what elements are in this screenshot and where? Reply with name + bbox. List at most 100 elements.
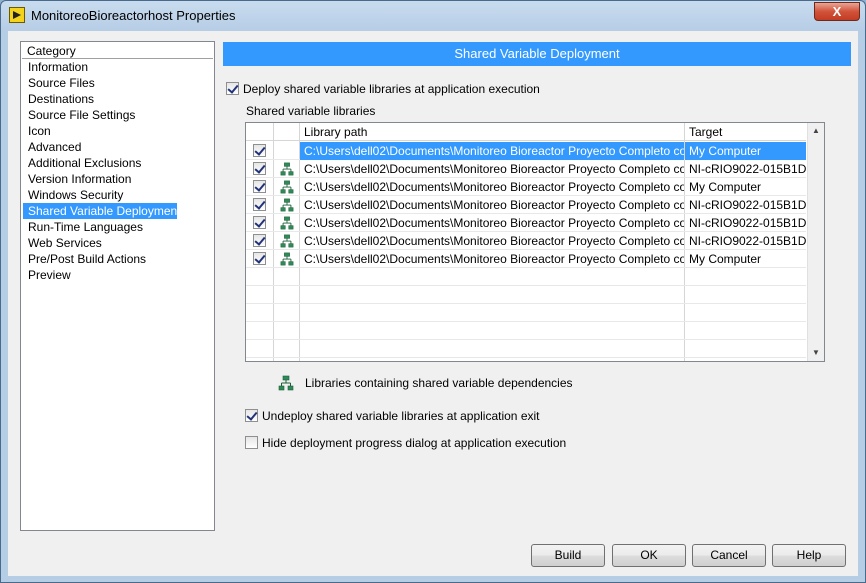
target-cell: NI-cRIO9022-015B1D7F xyxy=(689,234,806,248)
labview-app-icon xyxy=(9,7,25,23)
category-header: Category xyxy=(22,43,213,59)
dependency-tree-icon xyxy=(280,234,294,248)
row-divider xyxy=(246,285,806,286)
category-list[interactable]: Category Information Source Files Destinat… xyxy=(20,41,215,531)
row-checkbox-cell xyxy=(246,160,273,178)
category-item[interactable]: Destinations xyxy=(23,91,177,107)
deploy-on-execution-option[interactable]: Deploy shared variable libraries at appl… xyxy=(226,82,540,98)
target-cell: My Computer xyxy=(685,142,806,160)
build-button[interactable]: Build xyxy=(531,544,605,567)
hide-progress-label: Hide deployment progress dialog at appli… xyxy=(262,436,567,450)
library-path-cell: C:\Users\dell02\Documents\Monitoreo Bior… xyxy=(304,216,684,230)
dependency-tree-icon xyxy=(278,375,294,391)
dependency-tree-icon xyxy=(280,216,294,230)
library-path-cell: C:\Users\dell02\Documents\Monitoreo Bior… xyxy=(304,198,684,212)
library-path-cell: C:\Users\dell02\Documents\Monitoreo Bior… xyxy=(304,180,684,194)
row-icon-cell xyxy=(274,142,300,160)
column-header-target[interactable]: Target xyxy=(685,123,806,141)
row-checkbox[interactable] xyxy=(253,216,266,230)
libraries-table[interactable]: Library path Target C:\Users\dell02\Docu… xyxy=(245,122,825,362)
category-item[interactable]: Shared Variable Deployment xyxy=(23,203,181,219)
scroll-up-arrow-icon[interactable]: ▲ xyxy=(808,123,824,139)
row-icon-cell xyxy=(274,232,300,250)
target-cell: NI-cRIO9022-015B1D7F xyxy=(689,162,806,176)
hide-progress-option[interactable]: Hide deployment progress dialog at appli… xyxy=(245,436,566,452)
row-divider xyxy=(246,339,806,340)
table-row[interactable]: C:\Users\dell02\Documents\Monitoreo Bior… xyxy=(246,142,806,160)
category-item[interactable]: Source Files xyxy=(23,75,177,91)
target-cell: NI-cRIO9022-015B1D7F xyxy=(689,216,806,230)
dependency-tree-icon xyxy=(280,162,294,176)
table-row[interactable]: C:\Users\dell02\Documents\Monitoreo Bior… xyxy=(246,250,806,268)
scroll-down-arrow-icon[interactable]: ▼ xyxy=(808,345,824,361)
category-item[interactable]: Preview xyxy=(23,267,177,283)
row-divider xyxy=(246,357,806,358)
undeploy-on-exit-label: Undeploy shared variable libraries at ap… xyxy=(262,409,540,423)
cancel-button[interactable]: Cancel xyxy=(692,544,766,567)
table-row[interactable]: C:\Users\dell02\Documents\Monitoreo Bior… xyxy=(246,178,806,196)
row-checkbox[interactable] xyxy=(253,198,266,212)
hide-progress-checkbox[interactable] xyxy=(245,436,258,450)
row-checkbox[interactable] xyxy=(253,252,266,266)
category-item[interactable]: Windows Security xyxy=(23,187,177,203)
dependency-tree-icon xyxy=(280,198,294,212)
library-path-cell: C:\Users\dell02\Documents\Monitoreo Bior… xyxy=(300,142,684,160)
library-path-cell: C:\Users\dell02\Documents\Monitoreo Bior… xyxy=(304,252,684,266)
category-item[interactable]: Source File Settings xyxy=(23,107,177,123)
category-item[interactable]: Run-Time Languages xyxy=(23,219,177,235)
row-checkbox-cell xyxy=(246,142,273,160)
table-row[interactable]: C:\Users\dell02\Documents\Monitoreo Bior… xyxy=(246,160,806,178)
category-items: Information Source Files Destinations Sourc… xyxy=(21,59,214,283)
row-icon-cell xyxy=(274,214,300,232)
row-icon-cell xyxy=(274,160,300,178)
row-divider xyxy=(246,321,806,322)
row-checkbox[interactable] xyxy=(253,162,266,176)
row-checkbox[interactable] xyxy=(253,144,266,158)
category-item[interactable]: Additional Exclusions xyxy=(23,155,177,171)
ok-button[interactable]: OK xyxy=(612,544,686,567)
page-title: Shared Variable Deployment xyxy=(223,42,851,66)
column-header-library-path[interactable]: Library path xyxy=(300,123,684,141)
row-checkbox-cell xyxy=(246,196,273,214)
row-icon-cell xyxy=(274,196,300,214)
dependency-legend: Libraries containing shared variable dep… xyxy=(278,375,578,395)
row-checkbox-cell xyxy=(246,178,273,196)
row-checkbox[interactable] xyxy=(253,180,266,194)
dependency-tree-icon xyxy=(280,180,294,194)
properties-window: MonitoreoBioreactorhost Properties X Cat… xyxy=(0,0,866,583)
row-checkbox-cell xyxy=(246,250,273,268)
dialog-client-area: Category Information Source Files Destinat… xyxy=(8,31,858,576)
table-scrollbar[interactable]: ▲ ▼ xyxy=(807,123,824,361)
undeploy-on-exit-option[interactable]: Undeploy shared variable libraries at ap… xyxy=(245,409,540,425)
dependency-legend-label: Libraries containing shared variable dep… xyxy=(305,376,573,390)
category-item[interactable]: Icon xyxy=(23,123,177,139)
row-icon-cell xyxy=(274,250,300,268)
library-path-cell: C:\Users\dell02\Documents\Monitoreo Bior… xyxy=(304,234,684,248)
category-item[interactable]: Web Services xyxy=(23,235,177,251)
undeploy-on-exit-checkbox[interactable] xyxy=(245,409,258,423)
title-bar[interactable]: MonitoreoBioreactorhost Properties X xyxy=(1,1,865,31)
help-button[interactable]: Help xyxy=(772,544,846,567)
row-icon-cell xyxy=(274,178,300,196)
category-item[interactable]: Version Information xyxy=(23,171,177,187)
row-checkbox-cell xyxy=(246,232,273,250)
row-checkbox-cell xyxy=(246,214,273,232)
category-item[interactable]: Information xyxy=(23,59,177,75)
target-cell: NI-cRIO9022-015B1D7F xyxy=(689,198,806,212)
table-row[interactable]: C:\Users\dell02\Documents\Monitoreo Bior… xyxy=(246,214,806,232)
row-checkbox[interactable] xyxy=(253,234,266,248)
library-path-cell: C:\Users\dell02\Documents\Monitoreo Bior… xyxy=(304,162,684,176)
target-cell: My Computer xyxy=(689,180,762,194)
deploy-on-execution-checkbox[interactable] xyxy=(226,82,239,96)
close-button[interactable]: X xyxy=(814,2,860,21)
category-item[interactable]: Pre/Post Build Actions xyxy=(23,251,177,267)
deploy-on-execution-label: Deploy shared variable libraries at appl… xyxy=(243,82,540,96)
row-divider xyxy=(246,303,806,304)
dependency-tree-icon xyxy=(280,252,294,266)
table-row[interactable]: C:\Users\dell02\Documents\Monitoreo Bior… xyxy=(246,196,806,214)
table-row[interactable]: C:\Users\dell02\Documents\Monitoreo Bior… xyxy=(246,232,806,250)
category-item[interactable]: Advanced xyxy=(23,139,177,155)
libraries-section-label: Shared variable libraries xyxy=(246,104,376,118)
target-cell: My Computer xyxy=(689,252,762,266)
window-title: MonitoreoBioreactorhost Properties xyxy=(31,8,236,23)
